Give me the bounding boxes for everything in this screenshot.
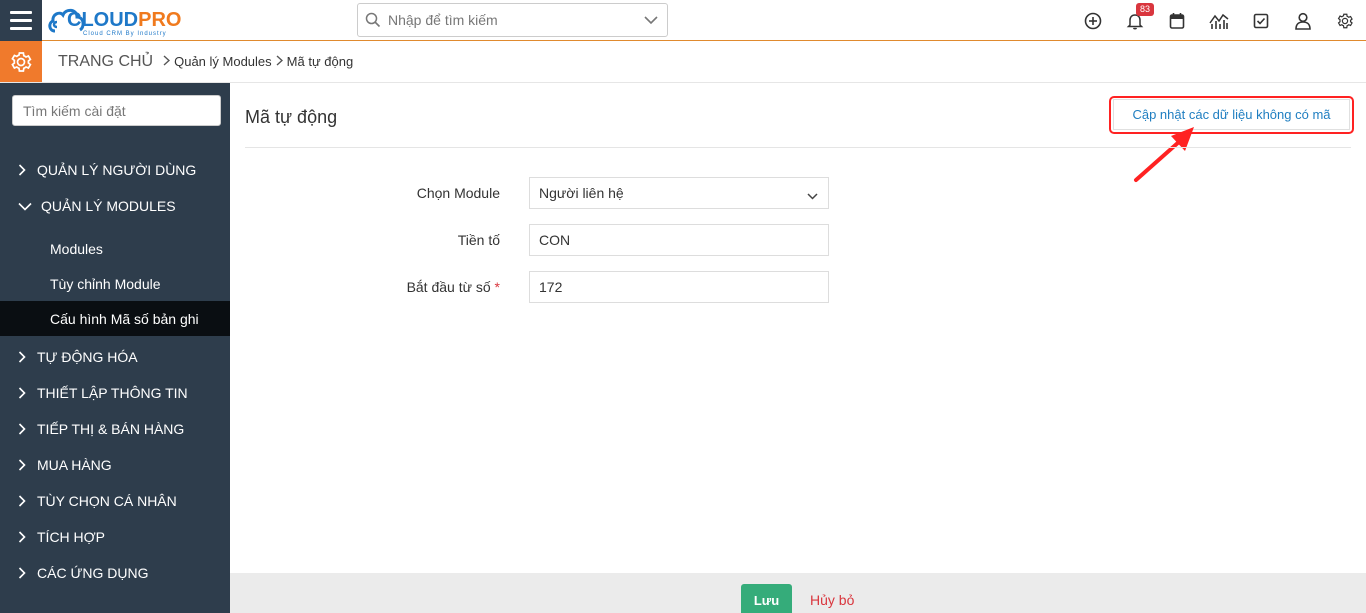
breadcrumb-home[interactable]: TRANG CHỦ <box>58 53 153 71</box>
top-bar: CLOUDPRO Cloud CRM By Industry 83 <box>0 0 1366 41</box>
required-mark: * <box>494 279 500 295</box>
main-content: Mã tự động Cập nhật các dữ liệu không có… <box>230 83 1366 573</box>
sidebar-section-info-setup[interactable]: THIẾT LẬP THÔNG TIN <box>0 375 230 411</box>
sidebar-section-label: MUA HÀNG <box>37 457 112 473</box>
breadcrumb: TRANG CHỦ Quản lý Modules Mã tự động <box>58 41 353 82</box>
checkbox-icon[interactable] <box>1240 0 1282 41</box>
title-divider <box>245 147 1351 148</box>
chevron-down-icon[interactable] <box>635 15 667 25</box>
prefix-input-value: CON <box>539 232 571 248</box>
form-footer: Lưu Hủy bỏ <box>230 573 1366 613</box>
sidebar-section-label: THIẾT LẬP THÔNG TIN <box>37 385 188 401</box>
start-number-input-value: 172 <box>539 279 563 295</box>
start-number-input[interactable]: 172 <box>529 271 829 303</box>
notification-badge: 83 <box>1136 3 1155 16</box>
logo-text: CLOUDPRO <box>67 9 182 31</box>
sidebar-section-label: TÙY CHỌN CÁ NHÂN <box>37 493 177 509</box>
settings-gear-icon[interactable] <box>0 41 42 82</box>
chevron-right-icon <box>18 164 36 176</box>
sidebar-section-modules[interactable]: QUẢN LÝ MODULES <box>0 188 230 224</box>
sidebar-section-personal-options[interactable]: TÙY CHỌN CÁ NHÂN <box>0 483 230 519</box>
sidebar-section-label: TÍCH HỢP <box>37 529 106 545</box>
gear-icon[interactable] <box>1324 0 1366 41</box>
bell-icon[interactable]: 83 <box>1114 0 1156 41</box>
settings-search-input[interactable] <box>12 95 221 126</box>
sidebar-section-label: QUẢN LÝ MODULES <box>41 198 176 214</box>
field-row-module: Chọn Module Người liên hệ <box>230 177 930 209</box>
chevron-right-icon <box>276 54 283 69</box>
menu-icon[interactable] <box>0 0 42 41</box>
save-button[interactable]: Lưu <box>741 584 792 613</box>
user-icon[interactable] <box>1282 0 1324 41</box>
sidebar-section-automation[interactable]: TỰ ĐỘNG HÓA <box>0 339 230 375</box>
cancel-button[interactable]: Hủy bỏ <box>810 592 854 608</box>
annotation-arrow <box>1134 127 1194 182</box>
chevron-right-icon <box>18 387 36 399</box>
sidebar-section-label: CÁC ỨNG DỤNG <box>37 565 149 581</box>
start-number-label: Bắt đầu từ số * <box>406 279 500 295</box>
app-root: CLOUDPRO Cloud CRM By Industry 83 <box>0 0 1366 613</box>
breadcrumb-modules[interactable]: Quản lý Modules <box>174 54 272 69</box>
chevron-right-icon <box>18 351 36 363</box>
field-row-start-number: Bắt đầu từ số * 172 <box>230 271 930 303</box>
top-icons: 83 <box>1072 0 1366 41</box>
module-select-value: Người liên hệ <box>539 185 624 201</box>
breadcrumb-bar: TRANG CHỦ Quản lý Modules Mã tự động <box>0 41 1366 83</box>
chevron-right-icon <box>163 54 171 69</box>
logo-tagline: Cloud CRM By Industry <box>83 31 167 37</box>
module-select[interactable]: Người liên hệ <box>529 177 829 209</box>
sidebar-item-customize-module[interactable]: Tùy chỉnh Module <box>0 266 230 301</box>
prefix-input[interactable]: CON <box>529 224 829 256</box>
add-circle-icon[interactable] <box>1072 0 1114 41</box>
global-search-input[interactable] <box>388 5 635 35</box>
field-row-prefix: Tiền tố CON <box>230 224 930 256</box>
chevron-right-icon <box>18 459 36 471</box>
chart-icon[interactable] <box>1198 0 1240 41</box>
prefix-label: Tiền tố <box>457 232 500 248</box>
chevron-right-icon <box>18 423 36 435</box>
calendar-icon[interactable] <box>1156 0 1198 41</box>
sidebar-item-modules[interactable]: Modules <box>0 231 230 266</box>
sidebar-section-marketing-sales[interactable]: TIẾP THỊ & BÁN HÀNG <box>0 411 230 447</box>
page-title: Mã tự động <box>245 107 338 127</box>
sidebar-item-label: Modules <box>50 240 103 257</box>
chevron-right-icon <box>18 531 36 543</box>
chevron-right-icon <box>18 495 36 507</box>
sidebar-item-label: Cấu hình Mã số bản ghi <box>50 310 199 327</box>
logo[interactable]: CLOUDPRO Cloud CRM By Industry <box>47 3 207 37</box>
chevron-down-icon <box>807 187 818 203</box>
breadcrumb-current: Mã tự động <box>286 54 354 69</box>
module-label: Chọn Module <box>416 185 500 201</box>
sidebar-section-purchasing[interactable]: MUA HÀNG <box>0 447 230 483</box>
sidebar-section-label: QUẢN LÝ NGƯỜI DÙNG <box>37 162 197 178</box>
sidebar-item-record-number-config[interactable]: Cấu hình Mã số bản ghi <box>0 301 230 336</box>
settings-sidebar: QUẢN LÝ NGƯỜI DÙNG QUẢN LÝ MODULES Modul… <box>0 83 230 613</box>
chevron-down-icon <box>18 202 36 211</box>
sidebar-section-label: TIẾP THỊ & BÁN HÀNG <box>37 421 185 437</box>
sidebar-item-label: Tùy chỉnh Module <box>50 275 161 292</box>
sidebar-section-label: TỰ ĐỘNG HÓA <box>37 349 138 365</box>
sidebar-section-integration[interactable]: TÍCH HỢP <box>0 519 230 555</box>
sidebar-section-user-management[interactable]: QUẢN LÝ NGƯỜI DÙNG <box>0 152 230 188</box>
global-search[interactable] <box>357 3 668 37</box>
search-icon <box>358 12 388 28</box>
sidebar-section-apps[interactable]: CÁC ỨNG DỤNG <box>0 555 230 591</box>
chevron-right-icon <box>18 567 36 579</box>
